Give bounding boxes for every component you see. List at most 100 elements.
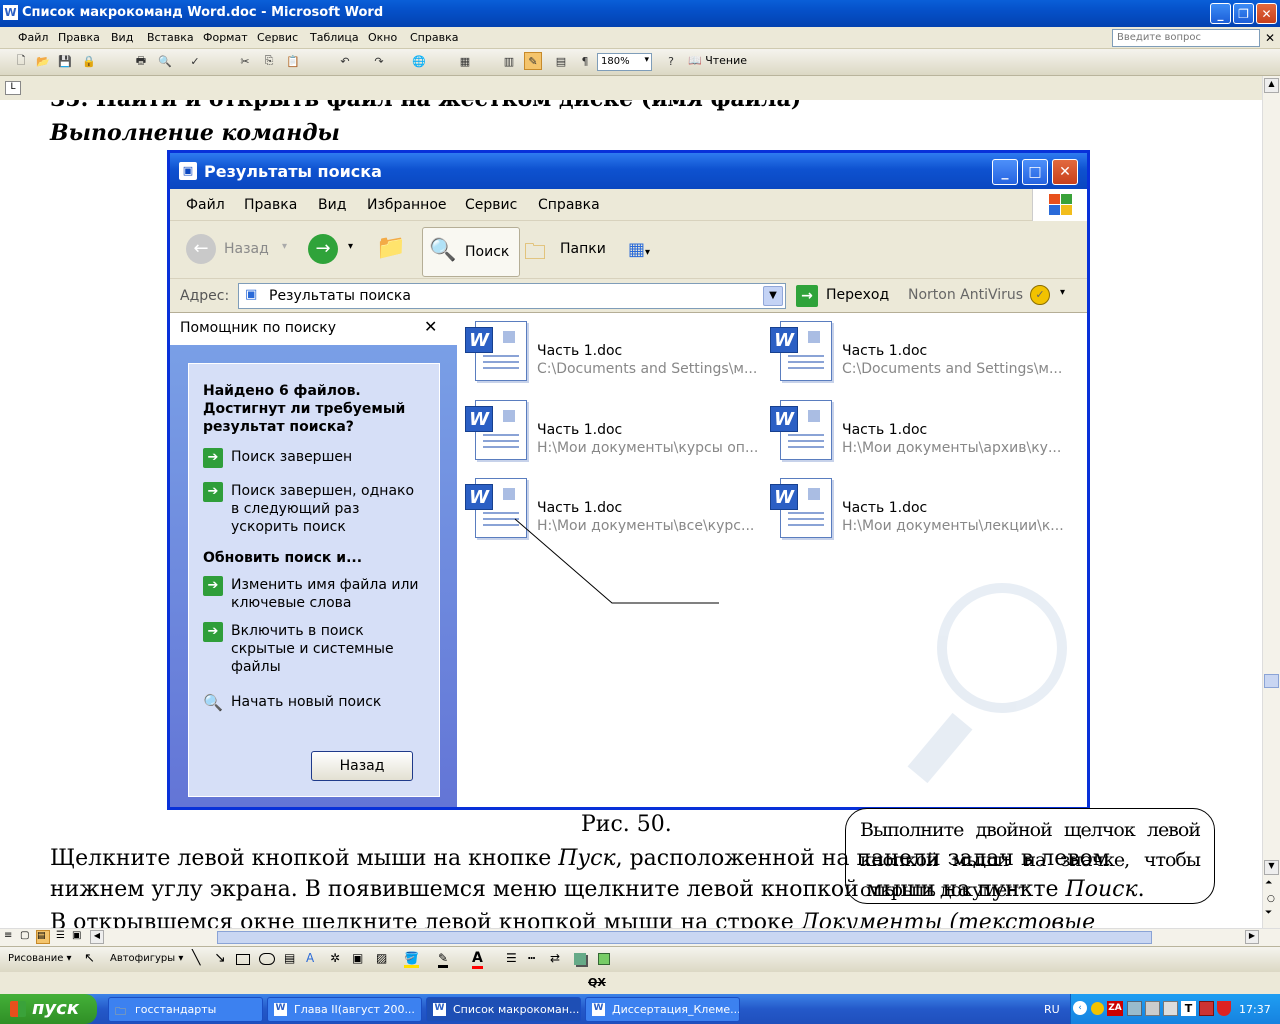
scroll-thumb[interactable] (1264, 674, 1279, 688)
draw-menu-button[interactable]: Рисование ▾ (8, 953, 72, 964)
tray-t-icon[interactable]: T (1181, 1001, 1196, 1016)
word-menu-edit[interactable]: Правка (58, 31, 100, 44)
word-menu-view[interactable]: Вид (111, 31, 133, 44)
undo-icon[interactable]: ↶ (336, 52, 354, 70)
dash-style-icon[interactable]: ┅ (528, 951, 535, 965)
views-button[interactable]: ▦▾ (628, 239, 676, 265)
explorer-menu-tools[interactable]: Сервис (465, 197, 517, 213)
picture-icon[interactable]: ▨ (376, 951, 387, 965)
web-view-icon[interactable]: ▢ (20, 930, 29, 941)
folders-button[interactable]: 🗀 Папки (524, 233, 614, 267)
oval-icon[interactable] (259, 953, 275, 965)
doc-map-icon[interactable]: ▤ (552, 52, 570, 70)
next-page-icon[interactable]: ⏷ (1265, 908, 1272, 918)
option-include-hidden[interactable]: ➔ Включить в поиск скрытые и системные фа… (203, 622, 423, 676)
explorer-close-button[interactable]: ✕ (1052, 159, 1078, 185)
preview-icon[interactable]: 🔍 (156, 52, 174, 70)
horizontal-scrollbar[interactable]: ≡ ▢ ▤ ☰ ▣ ◀ ▶ (0, 928, 1280, 946)
tray-shield-icon[interactable] (1217, 1001, 1231, 1016)
close-icon[interactable]: ✕ (424, 317, 437, 336)
browse-object-icon[interactable]: ○ (1267, 894, 1275, 904)
option-search-done[interactable]: ➔ Поиск завершен (203, 448, 423, 468)
rectangle-icon[interactable] (236, 954, 250, 965)
explorer-menu-favorites[interactable]: Избранное (367, 197, 447, 213)
hscroll-left-icon[interactable]: ◀ (90, 930, 104, 944)
diagram-icon[interactable]: ✲ (330, 951, 340, 965)
zoom-select[interactable]: 180% ▾ (597, 53, 652, 71)
open-icon[interactable]: 📂 (34, 52, 52, 70)
word-restore-button[interactable]: ❐ (1233, 3, 1254, 24)
reading-mode-button[interactable]: 📖 Чтение (688, 54, 747, 67)
address-dropdown-icon[interactable]: ▼ (763, 286, 783, 306)
ask-question-box[interactable]: Введите вопрос (1112, 29, 1260, 47)
task-dissertatsiya[interactable]: W Диссертация_Клеме... (585, 997, 740, 1022)
columns-icon[interactable]: ▥ (500, 52, 518, 70)
table-icon[interactable]: ▦ (456, 52, 474, 70)
save-icon[interactable]: 💾 (56, 52, 74, 70)
word-menu-insert[interactable]: Вставка (147, 31, 194, 44)
option-new-search[interactable]: 🔍 Начать новый поиск (203, 693, 423, 712)
option-change-name[interactable]: ➔ Изменить имя файла или ключевые слова (203, 576, 423, 612)
word-menu-help[interactable]: Справка (410, 31, 458, 44)
new-doc-icon[interactable]: 🗋 (12, 52, 30, 70)
search-button[interactable]: 🔍 Поиск (422, 227, 520, 277)
explorer-menu-file[interactable]: Файл (186, 197, 225, 213)
drawing-icon[interactable]: ✎ (524, 52, 542, 70)
tab-selector-icon[interactable]: L (5, 81, 21, 95)
outline-view-icon[interactable]: ☰ (56, 930, 65, 941)
print-view-icon[interactable]: ▤ (36, 930, 50, 944)
explorer-minimize-button[interactable]: _ (992, 159, 1018, 185)
explorer-maximize-button[interactable]: □ (1022, 159, 1048, 185)
start-button[interactable]: пуск (0, 994, 97, 1024)
document-area[interactable]: 35. Найти и открыть файл на жестком диск… (0, 100, 1262, 928)
clipart-icon[interactable]: ▣ (352, 951, 363, 965)
textbox-icon[interactable]: ▤ (284, 951, 295, 965)
reading-view-icon[interactable]: ▣ (72, 930, 81, 941)
3d-icon[interactable] (598, 953, 610, 965)
hscroll-thumb[interactable] (217, 931, 1152, 944)
word-menu-tools[interactable]: Сервис (257, 31, 298, 44)
tray-norton-icon[interactable] (1091, 1002, 1104, 1015)
tray-printer-icon[interactable] (1145, 1001, 1160, 1016)
wordart-icon[interactable]: A (306, 951, 314, 965)
hyperlink-icon[interactable]: 🌐 (410, 52, 428, 70)
vertical-scrollbar[interactable]: ▲ ▼ ⏶ ○ ⏷ (1262, 76, 1280, 928)
cut-icon[interactable]: ✂ (236, 52, 254, 70)
paste-icon[interactable]: 📋 (284, 52, 302, 70)
address-field[interactable]: ▣ Результаты поиска ▼ (238, 283, 786, 309)
go-button[interactable]: → Переход (796, 283, 896, 309)
explorer-menu-edit[interactable]: Правка (244, 197, 297, 213)
forward-button[interactable]: → ▾ (308, 234, 364, 266)
tray-expand-icon[interactable]: ‹ (1073, 1001, 1087, 1015)
word-close-button[interactable]: ✕ (1256, 3, 1277, 24)
font-color-icon[interactable]: A (472, 950, 483, 969)
norton-antivirus-button[interactable]: Norton AntiVirus ✓ ▾ (908, 283, 1078, 309)
fill-color-icon[interactable]: 🪣 (404, 951, 419, 968)
normal-view-icon[interactable]: ≡ (4, 930, 12, 941)
help-icon[interactable]: ? (662, 52, 680, 70)
tray-app-icon[interactable] (1127, 1001, 1142, 1016)
explorer-menu-view[interactable]: Вид (318, 197, 346, 213)
arrow-icon[interactable]: ↘ (214, 950, 226, 966)
back-button[interactable]: ← Назад ▾ (186, 234, 296, 266)
print-icon[interactable]: 🖶 (132, 52, 150, 70)
hscroll-right-icon[interactable]: ▶ (1245, 930, 1259, 944)
autoshapes-button[interactable]: Автофигуры ▾ (110, 953, 183, 964)
line-icon[interactable]: ╲ (192, 950, 200, 966)
word-menu-format[interactable]: Формат (203, 31, 248, 44)
explorer-menu-help[interactable]: Справка (538, 197, 600, 213)
option-search-done-faster[interactable]: ➔ Поиск завершен, однако в следующий раз … (203, 482, 423, 536)
tray-keyboard-icon[interactable] (1163, 1001, 1178, 1016)
shadow-icon[interactable] (574, 953, 586, 965)
scroll-down-icon[interactable]: ▼ (1264, 860, 1279, 875)
word-minimize-button[interactable]: _ (1210, 3, 1231, 24)
permission-icon[interactable]: 🔒 (80, 52, 98, 70)
task-glava-ii[interactable]: W Глава II(август 200... (267, 997, 422, 1022)
line-color-icon[interactable]: ✎ (438, 951, 449, 968)
arrow-style-icon[interactable]: ⇄ (550, 951, 560, 965)
tray-za-icon[interactable]: ZA (1107, 1001, 1123, 1016)
redo-icon[interactable]: ↷ (370, 52, 388, 70)
pilcrow-icon[interactable]: ¶ (576, 52, 594, 70)
word-menu-window[interactable]: Окно (368, 31, 397, 44)
scroll-up-icon[interactable]: ▲ (1264, 78, 1279, 93)
